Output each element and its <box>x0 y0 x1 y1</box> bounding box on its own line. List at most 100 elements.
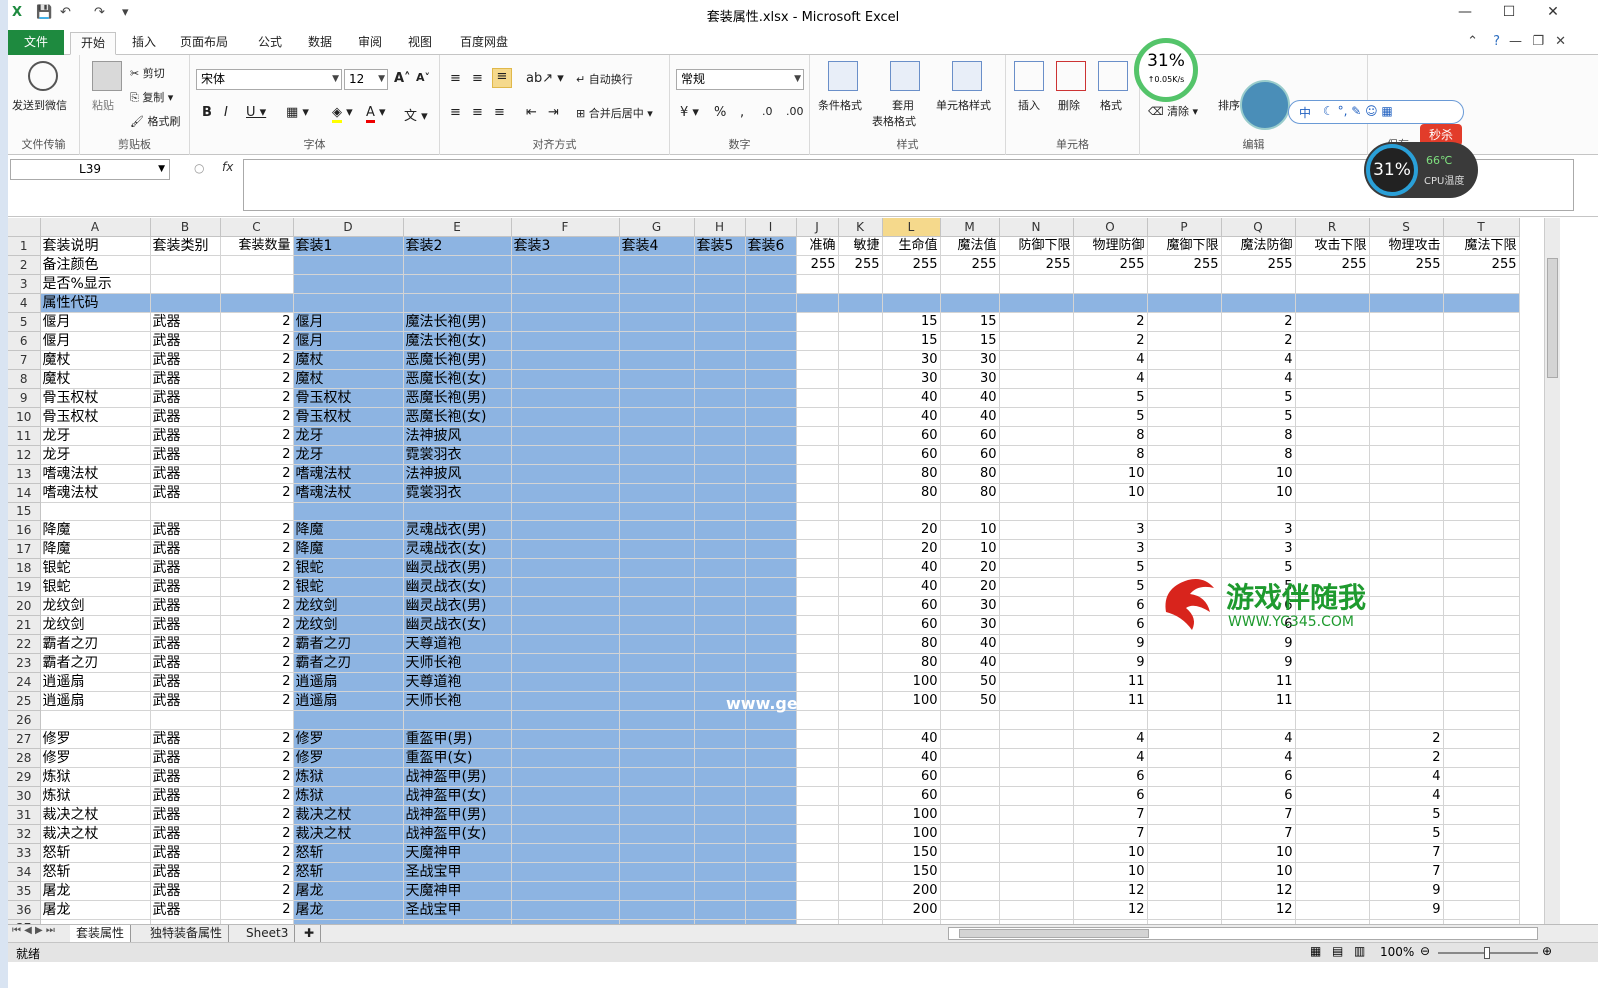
cell[interactable]: 7 <box>1369 843 1444 863</box>
zoom-out-icon[interactable]: ⊖ <box>1420 944 1430 958</box>
cell[interactable] <box>796 748 839 768</box>
cell[interactable] <box>1295 312 1370 332</box>
cell[interactable] <box>150 274 221 294</box>
cell[interactable]: 修罗 <box>40 748 151 768</box>
cell[interactable] <box>745 274 797 294</box>
weather-globe-icon[interactable] <box>1240 80 1290 130</box>
cell[interactable]: 20 <box>882 539 941 560</box>
cell[interactable] <box>511 502 620 522</box>
cell[interactable] <box>694 653 746 674</box>
cell[interactable] <box>1443 369 1520 389</box>
doc-minimize-icon[interactable]: — <box>1509 34 1522 49</box>
cell[interactable]: 嗜魂法杖 <box>40 464 151 484</box>
cell[interactable]: 龙纹剑 <box>293 596 404 617</box>
cell[interactable]: 255 <box>1221 255 1296 275</box>
ime-tools-icon[interactable]: ☾ °, ✎ ☺ ▦ <box>1323 104 1393 118</box>
vertical-scrollbar[interactable] <box>1544 218 1560 924</box>
cell[interactable]: 龙牙 <box>40 445 151 465</box>
cell[interactable] <box>999 293 1074 313</box>
cell[interactable] <box>1443 691 1520 712</box>
cell[interactable] <box>1295 805 1370 825</box>
cell[interactable] <box>796 331 839 351</box>
cell[interactable] <box>1147 293 1222 313</box>
cell[interactable] <box>1369 502 1444 522</box>
cell[interactable] <box>1443 577 1520 598</box>
cell[interactable]: 60 <box>882 615 941 636</box>
currency-icon[interactable]: ¥ ▾ <box>680 105 699 120</box>
cell[interactable]: 炼狱 <box>293 767 404 787</box>
cell[interactable] <box>796 312 839 332</box>
cell[interactable]: 60 <box>882 596 941 617</box>
cell[interactable]: 255 <box>1147 255 1222 275</box>
orientation-icon[interactable]: ab↗ ▾ <box>526 71 564 86</box>
cell[interactable]: 8 <box>1073 426 1148 446</box>
cell[interactable] <box>1443 786 1520 806</box>
cell[interactable]: 6 <box>1073 767 1148 787</box>
cell[interactable]: 8 <box>1073 445 1148 465</box>
cell[interactable] <box>838 539 883 560</box>
cell[interactable]: 80 <box>940 483 1000 503</box>
cell[interactable] <box>1295 293 1370 313</box>
cell[interactable] <box>511 255 620 275</box>
cell[interactable]: 10 <box>1221 483 1296 503</box>
cell[interactable] <box>1443 445 1520 465</box>
cell[interactable]: 天师长袍 <box>403 691 512 712</box>
cell[interactable]: 11 <box>1221 691 1296 712</box>
cell[interactable]: 10 <box>940 520 1000 541</box>
cell[interactable] <box>1147 672 1222 693</box>
cell[interactable] <box>745 634 797 655</box>
cell[interactable] <box>1443 900 1520 920</box>
cell[interactable] <box>1443 843 1520 863</box>
cell[interactable] <box>1369 407 1444 427</box>
cell[interactable]: 80 <box>940 464 1000 484</box>
cell[interactable]: 10 <box>1221 862 1296 882</box>
cell[interactable] <box>838 824 883 844</box>
cell[interactable] <box>694 881 746 901</box>
cell[interactable]: 武器 <box>150 520 221 541</box>
cell[interactable] <box>619 786 695 806</box>
font-size-select[interactable]: 12 ▼ <box>344 69 388 90</box>
cell[interactable] <box>882 502 941 522</box>
cell[interactable] <box>1295 274 1370 294</box>
cell[interactable]: 魔杖 <box>293 369 404 389</box>
cell[interactable]: 40 <box>882 729 941 749</box>
cut-button[interactable]: ✂ 剪切 <box>130 65 165 81</box>
row-header[interactable]: 34 <box>8 862 41 882</box>
cell[interactable] <box>1147 748 1222 768</box>
cell[interactable]: 霸者之刃 <box>40 653 151 674</box>
cell[interactable] <box>745 255 797 275</box>
zoom-slider-handle[interactable] <box>1484 947 1490 959</box>
cell[interactable]: 255 <box>940 255 1000 275</box>
cell[interactable] <box>745 577 797 598</box>
cell[interactable] <box>999 786 1074 806</box>
cell[interactable] <box>1443 539 1520 560</box>
cell[interactable] <box>796 369 839 389</box>
tab-baidu-netdisk[interactable]: 百度网盘 <box>450 32 518 55</box>
cell[interactable] <box>796 426 839 446</box>
cell[interactable] <box>403 274 512 294</box>
cell[interactable] <box>1147 539 1222 560</box>
cell[interactable]: 武器 <box>150 331 221 351</box>
cell[interactable]: 物理防御 <box>1073 236 1148 256</box>
cell[interactable]: 80 <box>882 634 941 655</box>
cell[interactable] <box>1369 653 1444 674</box>
cell[interactable] <box>1147 464 1222 484</box>
cell[interactable] <box>511 293 620 313</box>
cell[interactable]: 武器 <box>150 539 221 560</box>
cell[interactable] <box>745 445 797 465</box>
network-speed-widget[interactable]: 31% ↑0.05K/s <box>1134 38 1198 102</box>
cell[interactable]: 30 <box>940 615 1000 636</box>
cell[interactable]: 武器 <box>150 729 221 749</box>
cell[interactable] <box>999 653 1074 674</box>
select-all-corner[interactable] <box>8 218 41 237</box>
cell[interactable]: 2 <box>220 539 294 560</box>
cell[interactable]: 降魔 <box>40 539 151 560</box>
cell[interactable] <box>694 634 746 655</box>
cell[interactable] <box>619 748 695 768</box>
cell[interactable] <box>1443 767 1520 787</box>
cell[interactable] <box>511 824 620 844</box>
cell[interactable] <box>838 843 883 863</box>
cell[interactable]: 2 <box>220 653 294 674</box>
cell[interactable] <box>1147 786 1222 806</box>
cell[interactable]: 套装4 <box>619 236 695 256</box>
